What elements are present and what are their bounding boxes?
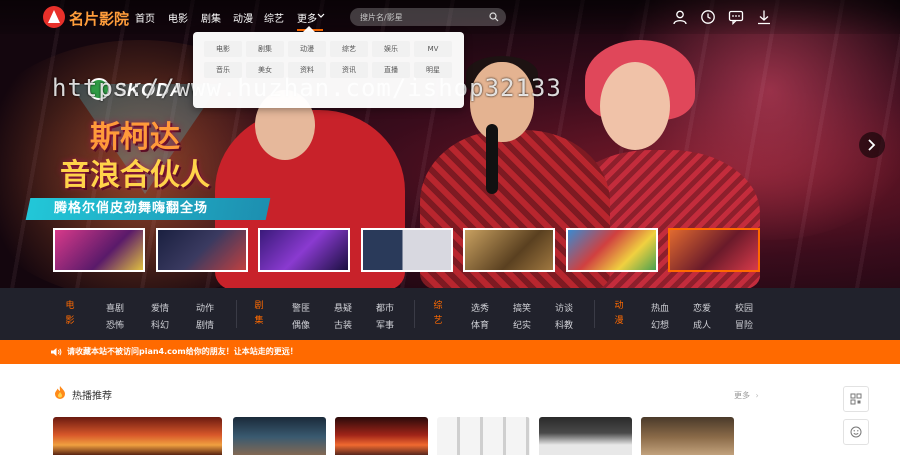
category-link[interactable]: 访谈 [555,301,573,314]
chevron-right-icon [868,139,876,151]
speaker-icon [51,348,62,356]
fire-icon [55,386,65,399]
dropdown-item[interactable]: 美女 [246,62,284,78]
search-icon[interactable] [489,12,499,22]
history-clock-icon[interactable] [700,9,716,25]
carousel-thumb[interactable] [258,228,350,272]
dropdown-item[interactable]: 直播 [372,62,410,78]
nav-more[interactable]: 更多 [297,10,317,25]
category-link[interactable]: 都市 [376,301,394,314]
category-link[interactable]: 恋爱 [693,301,711,314]
carousel-thumb[interactable] [53,228,145,272]
dropdown-item[interactable]: 娱乐 [372,41,410,57]
top-header: 名片影院 首页 电影 剧集 动漫 综艺 更多 [0,0,900,34]
category-link[interactable]: 恐怖 [106,318,124,331]
category-link[interactable]: 体育 [471,318,489,331]
dropdown-item[interactable]: 综艺 [330,41,368,57]
show-subtitle: 腾格尔俏皮劲舞嗨翻全场 [25,198,271,220]
dropdown-item[interactable]: 动漫 [288,41,326,57]
category-link[interactable]: 喜剧 [106,301,124,314]
user-icon[interactable] [672,9,688,25]
qrcode-icon [850,393,862,405]
category-head[interactable]: 综艺 [432,299,444,329]
category-divider [236,300,237,328]
category-link[interactable]: 军事 [376,318,394,331]
category-link[interactable]: 爱情 [151,301,169,314]
qrcode-button[interactable] [843,386,869,412]
show-title: 斯柯达 音浪合伙人 [60,112,230,193]
nav-variety[interactable]: 综艺 [264,10,284,25]
category-link[interactable]: 校园 [735,301,753,314]
category-link[interactable]: 动作 [196,301,214,314]
category-link[interactable]: 成人 [693,318,711,331]
chevron-down-icon[interactable] [317,13,325,19]
category-link[interactable]: 警匪 [292,301,310,314]
category-head[interactable]: 电影 [64,299,76,329]
chevron-right-icon: › [755,391,759,400]
logo-text: 名片影院 [69,10,130,28]
movie-card[interactable] [335,417,428,455]
category-link[interactable]: 冒险 [735,318,753,331]
search-box[interactable] [350,8,506,26]
nav-home[interactable]: 首页 [135,10,155,25]
movie-card[interactable] [539,417,632,455]
dropdown-item[interactable]: MV [414,41,452,57]
feedback-button[interactable] [843,419,869,445]
movie-card[interactable] [641,417,734,455]
movie-card[interactable] [53,417,222,455]
category-link[interactable]: 偶像 [292,318,310,331]
nav-series[interactable]: 剧集 [201,10,221,25]
category-link[interactable]: 剧情 [196,318,214,331]
movie-card[interactable] [233,417,326,455]
category-link[interactable]: 热血 [651,301,669,314]
category-divider [414,300,415,328]
category-link[interactable]: 选秀 [471,301,489,314]
dropdown-item[interactable]: 电影 [204,41,242,57]
smiley-icon [850,426,862,438]
show-title-line2: 音浪合伙人 [60,158,210,193]
category-link[interactable]: 科幻 [151,318,169,331]
carousel-thumb[interactable] [361,228,453,272]
dropdown-item[interactable]: 剧集 [246,41,284,57]
movie-card[interactable] [437,417,530,455]
dropdown-item[interactable]: 资讯 [330,62,368,78]
more-dropdown-menu: 电影 剧集 动漫 综艺 娱乐 MV 音乐 美女 资料 资讯 直播 明星 [193,26,464,108]
carousel-next-button[interactable] [859,132,885,158]
carousel-thumb[interactable] [463,228,555,272]
hero-person-right-head [600,62,670,150]
nav-anime[interactable]: 动漫 [233,10,253,25]
more-link-label: 更多 [734,391,750,400]
microphone [486,124,498,194]
category-head[interactable]: 剧集 [253,299,265,329]
more-link[interactable]: 更多 › [734,390,759,401]
category-link[interactable]: 古装 [334,318,352,331]
category-divider [594,300,595,328]
message-icon[interactable] [728,9,744,25]
category-head[interactable]: 动漫 [613,299,625,329]
dropdown-item[interactable]: 音乐 [204,62,242,78]
dropdown-item[interactable]: 资料 [288,62,326,78]
carousel-thumb-active[interactable] [668,228,760,272]
carousel-thumb[interactable] [156,228,248,272]
hot-card-row [53,417,743,455]
category-link[interactable]: 纪实 [513,318,531,331]
category-link[interactable]: 悬疑 [334,301,352,314]
carousel-thumbnails [53,228,763,274]
carousel-thumb[interactable] [566,228,658,272]
category-link[interactable]: 科教 [555,318,573,331]
notice-bar: 请收藏本站不被访问pian4.com给你的朋友！让本站走的更远！ [0,340,900,364]
category-link[interactable]: 幻想 [651,318,669,331]
category-bar: 电影 喜剧 爱情 动作 恐怖 科幻 剧情 剧集 警匪 悬疑 都市 偶像 古装 军… [0,288,900,340]
search-input[interactable] [360,10,480,24]
notice-text: 请收藏本站不被访问pian4.com给你的朋友！让本站走的更远！ [67,347,298,356]
dropdown-item[interactable]: 明星 [414,62,452,78]
category-link[interactable]: 搞笑 [513,301,531,314]
show-subtitle-text: 腾格尔俏皮劲舞嗨翻全场 [54,201,209,216]
download-icon[interactable] [756,9,772,25]
section-title-hot: 热播推荐 [72,391,112,402]
logo-icon [43,6,65,28]
nav-movies[interactable]: 电影 [168,10,188,25]
